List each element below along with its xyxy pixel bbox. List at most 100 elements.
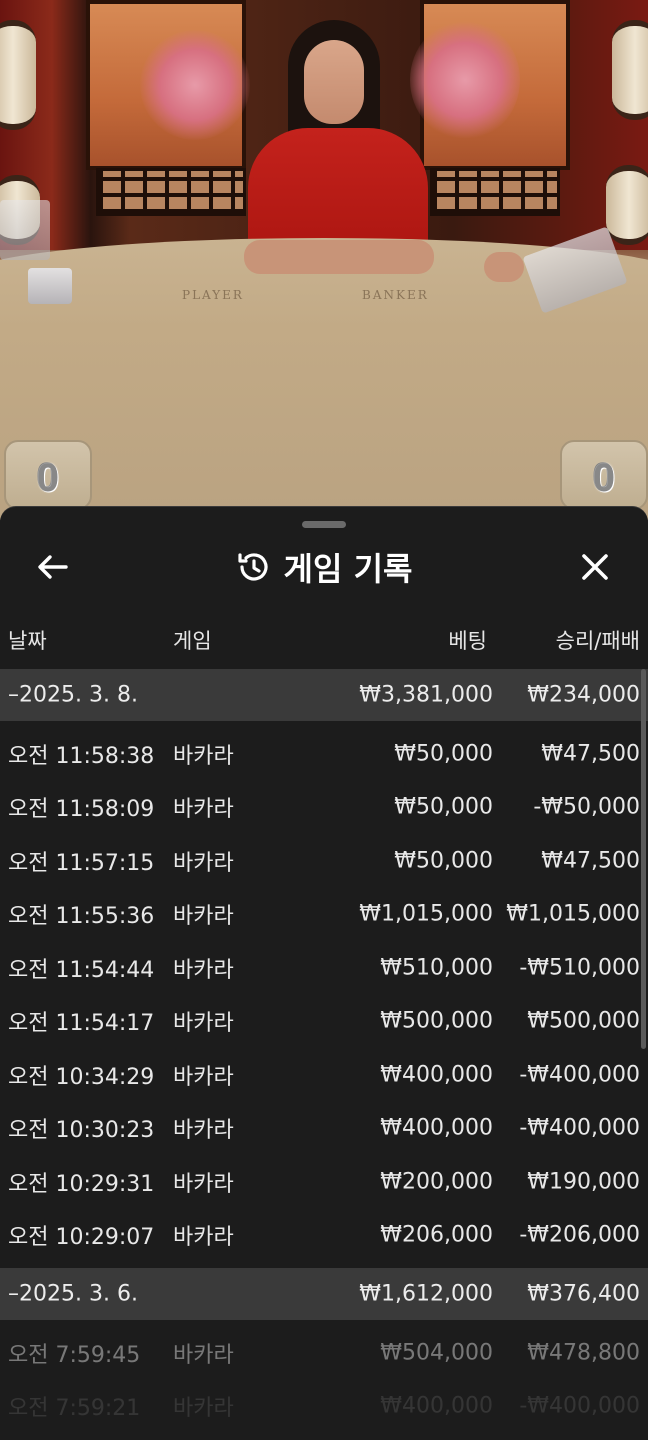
group-bet-total: ₩3,381,000: [359, 682, 493, 708]
sheet-header: 게임 기록: [0, 537, 648, 597]
dealer-arm: [244, 240, 434, 274]
window-lattice: [96, 168, 246, 216]
row-result: ₩478,800: [527, 1340, 640, 1366]
row-game: 바카라: [173, 743, 234, 769]
row-result: ₩47,500: [541, 848, 640, 874]
sheet-title: 게임 기록: [283, 550, 413, 588]
history-row[interactable]: 오전 11:58:38 바카라 ₩50,000 ₩47,500: [0, 727, 648, 781]
row-game: 바카라: [173, 1064, 234, 1090]
row-game: 바카라: [173, 1225, 234, 1251]
row-time: 오전 11:58:38: [8, 743, 155, 769]
row-time: 오전 10:29:31: [8, 1171, 155, 1197]
dealer-hand: [484, 252, 524, 282]
card-tray: [0, 200, 50, 260]
history-row[interactable]: 오전 11:55:36 바카라 ₩1,015,000 ₩1,015,000: [0, 888, 648, 942]
row-result: -₩50,000: [533, 794, 640, 820]
sheet-title-group: 게임 기록: [0, 547, 648, 588]
group-result-total: ₩376,400: [527, 1281, 640, 1307]
row-time: 오전 7:59:45: [8, 1342, 141, 1368]
row-bet: ₩400,000: [380, 1062, 493, 1088]
history-list[interactable]: –2025. 3. 8. ₩3,381,000 ₩234,000 오전 11:5…: [0, 669, 648, 1433]
row-bet: ₩1,015,000: [359, 901, 493, 927]
cherry-blossom: [410, 20, 520, 140]
column-header-date: 날짜: [8, 629, 47, 653]
banker-score: 0: [592, 456, 616, 500]
history-row[interactable]: 오전 10:29:31 바카라 ₩200,000 ₩190,000: [0, 1155, 648, 1209]
player-score-box: 0: [4, 440, 92, 510]
row-result: ₩47,500: [541, 741, 640, 767]
row-game: 바카라: [173, 1396, 234, 1422]
lantern: [612, 20, 648, 120]
row-game: 바카라: [173, 1011, 234, 1037]
scrollbar[interactable]: [641, 669, 646, 1049]
cherry-blossom: [140, 30, 250, 140]
history-clock-icon: [237, 553, 268, 581]
column-header-game: 게임: [173, 629, 212, 653]
history-row[interactable]: 오전 10:29:07 바카라 ₩206,000 -₩206,000: [0, 1209, 648, 1263]
row-game: 바카라: [173, 904, 234, 930]
row-result: ₩190,000: [527, 1169, 640, 1195]
table-label-player: PLAYER: [182, 288, 244, 302]
date-group-header[interactable]: –2025. 3. 6. ₩1,612,000 ₩376,400: [0, 1268, 648, 1320]
row-time: 오전 11:55:36: [8, 904, 155, 930]
row-time: 오전 11:58:09: [8, 797, 155, 823]
live-dealer-video: PLAYER BANKER 0 0: [0, 0, 648, 520]
row-time: 오전 10:34:29: [8, 1064, 155, 1090]
row-time: 오전 10:30:23: [8, 1118, 155, 1144]
row-bet: ₩500,000: [380, 1008, 493, 1034]
history-row[interactable]: 오전 11:57:15 바카라 ₩50,000 ₩47,500: [0, 834, 648, 888]
date-group-header[interactable]: –2025. 3. 8. ₩3,381,000 ₩234,000: [0, 669, 648, 721]
row-bet: ₩504,000: [380, 1340, 493, 1366]
history-row[interactable]: 오전 11:54:44 바카라 ₩510,000 -₩510,000: [0, 941, 648, 995]
history-row[interactable]: 오전 7:59:45 바카라 ₩504,000 ₩478,800: [0, 1326, 648, 1380]
row-game: 바카라: [173, 1118, 234, 1144]
drag-handle[interactable]: [302, 521, 346, 528]
row-time: 오전 11:54:17: [8, 1011, 155, 1037]
close-button[interactable]: [572, 545, 618, 589]
column-header-bet: 베팅: [448, 629, 487, 653]
row-bet: ₩50,000: [394, 741, 493, 767]
row-result: -₩510,000: [519, 955, 640, 981]
row-result: ₩1,015,000: [506, 901, 640, 927]
row-time: 오전 7:59:21: [8, 1396, 141, 1422]
window-lattice: [430, 168, 560, 216]
row-result: -₩206,000: [519, 1222, 640, 1248]
dealer-face: [304, 40, 364, 124]
row-game: 바카라: [173, 1171, 234, 1197]
row-bet: ₩400,000: [380, 1393, 493, 1419]
row-time: 오전 11:54:44: [8, 957, 155, 983]
column-headers: 날짜 게임 베팅 승리/패배: [0, 625, 648, 659]
row-bet: ₩400,000: [380, 1115, 493, 1141]
row-result: -₩400,000: [519, 1062, 640, 1088]
row-game: 바카라: [173, 957, 234, 983]
row-result: ₩500,000: [527, 1008, 640, 1034]
history-row[interactable]: 오전 10:34:29 바카라 ₩400,000 -₩400,000: [0, 1048, 648, 1102]
row-bet: ₩206,000: [380, 1222, 493, 1248]
card-shoe: [28, 268, 72, 304]
row-bet: ₩50,000: [394, 848, 493, 874]
game-history-sheet: 게임 기록 날짜 게임 베팅 승리/패배 –2025. 3. 8. ₩3,381…: [0, 506, 648, 1440]
group-result-total: ₩234,000: [527, 682, 640, 708]
row-game: 바카라: [173, 797, 234, 823]
close-icon: [582, 554, 608, 580]
history-row[interactable]: 오전 11:58:09 바카라 ₩50,000 -₩50,000: [0, 781, 648, 835]
row-time: 오전 11:57:15: [8, 850, 155, 876]
row-bet: ₩50,000: [394, 794, 493, 820]
lantern: [606, 165, 648, 245]
history-row[interactable]: 오전 7:59:21 바카라 ₩400,000 -₩400,000: [0, 1380, 648, 1434]
row-result: -₩400,000: [519, 1393, 640, 1419]
history-row[interactable]: 오전 10:30:23 바카라 ₩400,000 -₩400,000: [0, 1102, 648, 1156]
history-row[interactable]: 오전 11:54:17 바카라 ₩500,000 ₩500,000: [0, 995, 648, 1049]
row-time: 오전 10:29:07: [8, 1225, 155, 1251]
row-game: 바카라: [173, 1342, 234, 1368]
group-date: –2025. 3. 8.: [8, 682, 138, 708]
table-label-banker: BANKER: [362, 288, 429, 302]
row-result: -₩400,000: [519, 1115, 640, 1141]
group-bet-total: ₩1,612,000: [359, 1281, 493, 1307]
column-header-result: 승리/패배: [555, 629, 640, 653]
banker-score-box: 0: [560, 440, 648, 510]
player-score: 0: [36, 456, 60, 500]
row-bet: ₩200,000: [380, 1169, 493, 1195]
lantern: [0, 20, 36, 130]
group-date: –2025. 3. 6.: [8, 1281, 138, 1307]
